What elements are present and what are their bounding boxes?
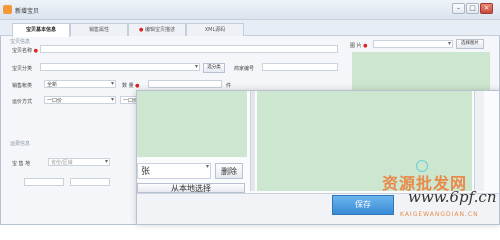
watermark-url: www.6pf.cn bbox=[408, 188, 497, 206]
extra-input-2[interactable] bbox=[70, 178, 110, 186]
tab-basic-info[interactable]: 宝贝基本信息 bbox=[12, 23, 70, 37]
app-icon bbox=[3, 5, 12, 14]
item-name-label: 宝贝名称 ● bbox=[12, 48, 38, 54]
location-select[interactable]: 省份/区域 bbox=[48, 158, 110, 166]
sale-type-select[interactable]: 全新 bbox=[44, 80, 116, 88]
save-button[interactable]: 保存 bbox=[332, 195, 394, 215]
section-title-item-info: 宝贝信息 bbox=[10, 39, 31, 45]
choose-category-button[interactable]: 选分类 bbox=[203, 63, 225, 73]
dialog-scrollbar[interactable] bbox=[250, 91, 255, 191]
merchant-code-label: 商家编号 bbox=[234, 66, 255, 72]
category-select[interactable] bbox=[40, 63, 200, 71]
extra-input-1[interactable] bbox=[24, 178, 64, 186]
maximize-button[interactable]: □ bbox=[466, 3, 479, 14]
category-label: 宝贝分类 bbox=[12, 66, 33, 72]
tab-sales-attributes[interactable]: 销售属性 bbox=[70, 23, 128, 36]
tab-edit-description[interactable]: ● 编辑宝贝描述 bbox=[128, 23, 186, 36]
delete-button[interactable]: 删除 bbox=[215, 163, 243, 179]
quantity-input[interactable] bbox=[148, 80, 222, 88]
select-image-button[interactable]: 选择图片 bbox=[456, 39, 484, 49]
section-title-shipping: 运费信息 bbox=[10, 141, 31, 147]
tab-xml-source[interactable]: XML源码 bbox=[186, 23, 244, 36]
image-select[interactable] bbox=[373, 40, 453, 48]
window-title: 新增宝贝 bbox=[15, 8, 40, 15]
item-name-input[interactable] bbox=[40, 45, 338, 53]
dialog-right-scrollbar[interactable] bbox=[474, 91, 484, 191]
minimize-button[interactable]: – bbox=[452, 3, 465, 14]
pricing-label: 运价方式 bbox=[12, 99, 33, 105]
sale-type-label: 销售帐类 bbox=[12, 83, 33, 89]
quantity-unit: 件 bbox=[226, 83, 232, 89]
choose-local-button[interactable]: 从本地选择 bbox=[137, 183, 245, 193]
dialog-image-count-select[interactable]: 张 bbox=[137, 163, 211, 179]
quantity-label: 数 量 ● bbox=[122, 83, 140, 89]
title-bar bbox=[0, 0, 500, 20]
pricing-select[interactable]: 一口价 bbox=[44, 96, 116, 104]
image-label: 图 片 ● bbox=[350, 43, 368, 49]
location-label: 宝 售 地 bbox=[12, 161, 31, 167]
dialog-preview-left bbox=[137, 91, 247, 157]
close-button[interactable]: × bbox=[480, 3, 493, 14]
merchant-code-input[interactable] bbox=[262, 63, 338, 71]
watermark-subtitle: KAIGEWANGDIAN.CN bbox=[400, 211, 479, 218]
